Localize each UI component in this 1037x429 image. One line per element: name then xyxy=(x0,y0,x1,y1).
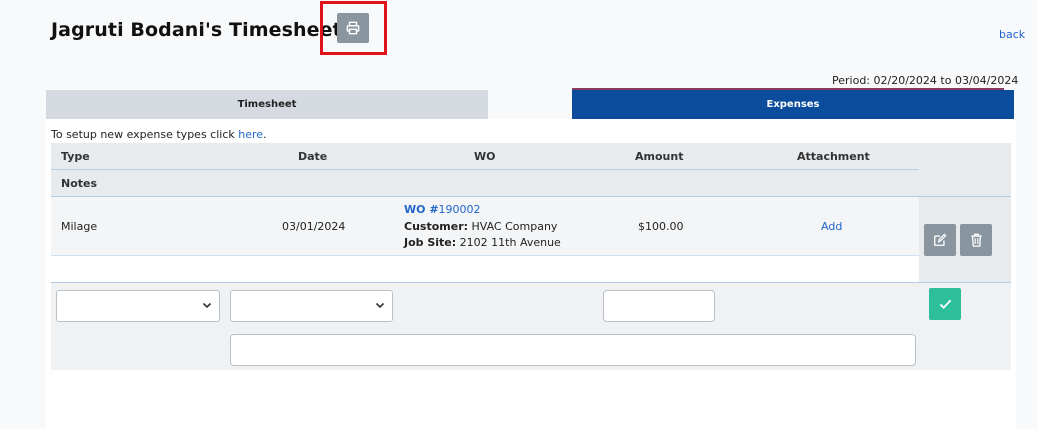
attachment-add-link[interactable]: Add xyxy=(821,220,842,233)
header-attachment: Attachment xyxy=(797,150,870,163)
print-highlight xyxy=(320,1,387,55)
setup-here-link[interactable]: here xyxy=(238,128,263,141)
row-customer: Customer: HVAC Company xyxy=(404,220,557,233)
header-amount: Amount xyxy=(635,150,684,163)
setup-suffix: . xyxy=(263,128,267,141)
edit-icon xyxy=(934,233,947,246)
edit-button[interactable] xyxy=(924,224,956,256)
confirm-button[interactable] xyxy=(929,288,961,320)
customer-label: Customer: xyxy=(404,220,469,233)
customer-value: HVAC Company xyxy=(468,220,558,233)
row-date: 03/01/2024 xyxy=(282,220,346,233)
date-select[interactable] xyxy=(230,290,393,322)
job-site-value: 2102 11th Avenue xyxy=(456,236,561,249)
setup-note: To setup new expense types click here. xyxy=(51,128,267,141)
job-site-label: Job Site: xyxy=(404,236,457,249)
delete-button[interactable] xyxy=(960,224,992,256)
wo-label[interactable]: WO # xyxy=(404,203,439,216)
row-wo: WO #190002 xyxy=(404,203,481,216)
type-select[interactable] xyxy=(56,290,220,322)
page-title: Jagruti Bodani's Timesheet xyxy=(51,19,342,41)
row-job-site: Job Site: 2102 11th Avenue xyxy=(404,236,561,249)
wo-number-link[interactable]: 190002 xyxy=(439,203,481,216)
notes-input[interactable] xyxy=(230,334,916,366)
header-notes: Notes xyxy=(61,177,98,190)
period-label: Period: 02/20/2024 to 03/04/2024 xyxy=(832,74,1019,87)
row-type: Milage xyxy=(61,220,98,233)
tab-expenses[interactable]: Expenses xyxy=(572,90,1014,119)
row-notes xyxy=(51,255,919,282)
trash-icon xyxy=(970,233,982,247)
tab-timesheet[interactable]: Timesheet xyxy=(46,90,488,119)
check-icon xyxy=(939,299,951,310)
amount-input[interactable] xyxy=(603,290,715,322)
back-link[interactable]: back xyxy=(999,28,1025,41)
header-type: Type xyxy=(61,150,90,163)
header-wo: WO xyxy=(474,150,496,163)
header-date: Date xyxy=(298,150,328,163)
chevron-down-icon xyxy=(202,302,212,309)
setup-text: To setup new expense types click xyxy=(51,128,239,141)
header-divider xyxy=(51,169,919,170)
row-amount: $100.00 xyxy=(638,220,684,233)
chevron-down-icon xyxy=(375,302,385,309)
